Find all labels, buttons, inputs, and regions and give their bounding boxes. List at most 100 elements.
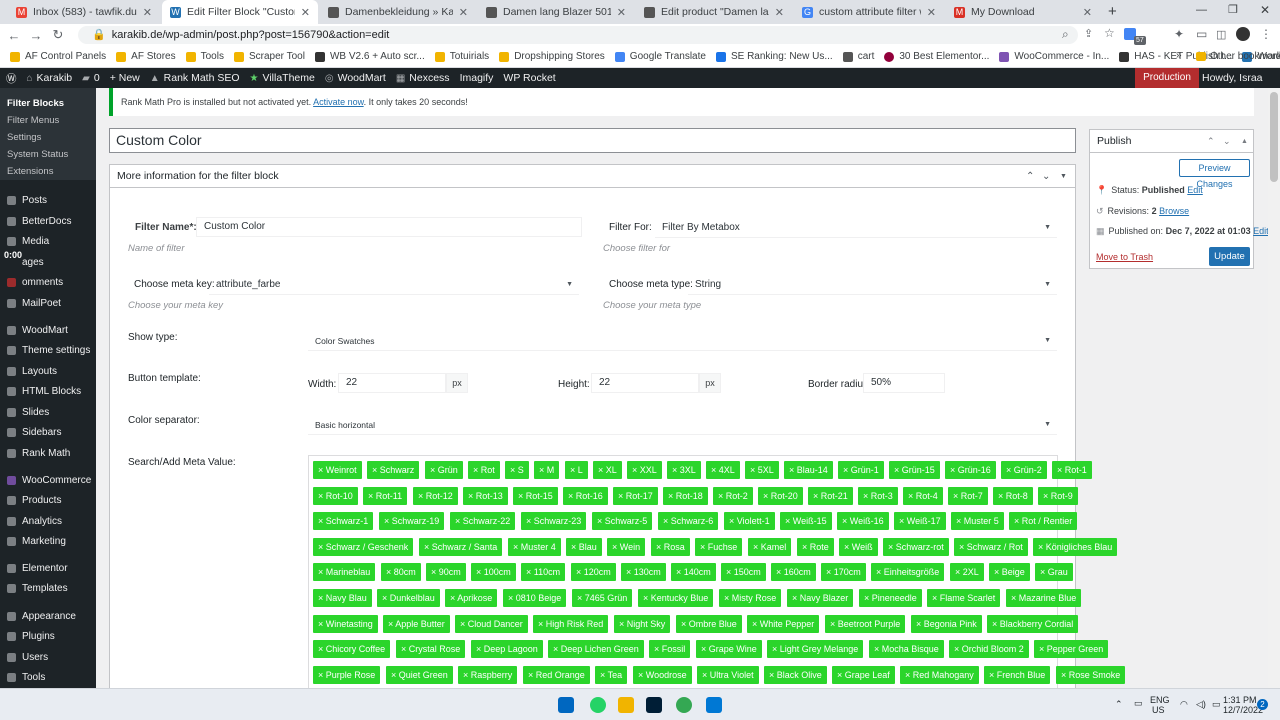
nexcess-link[interactable]: ▦ Nexcess <box>396 72 450 84</box>
sidebar-item-system-status[interactable]: System Status <box>0 149 96 160</box>
meta-value-tag[interactable]: × Weinrot <box>313 461 362 479</box>
bookmark-item[interactable]: AF Stores <box>116 51 176 62</box>
share-icon[interactable]: ⇪ <box>1084 27 1093 40</box>
meta-value-tag[interactable]: × Beetroot Purple <box>825 614 906 633</box>
sidebar-item-html-blocks[interactable]: HTML Blocks <box>0 386 96 397</box>
meta-value-tag[interactable]: × Rot <box>468 461 500 479</box>
meta-value-tag[interactable]: × Tea <box>595 665 628 684</box>
meta-value-tag[interactable]: × 130cm <box>621 563 666 582</box>
meta-value-tag[interactable]: × Rot-3 <box>858 486 898 505</box>
meta-value-tag[interactable]: × Weiß-15 <box>780 512 832 531</box>
wordpress-logo-icon[interactable]: Ⓦ <box>6 71 17 86</box>
star-icon[interactable]: ☆ <box>1104 26 1115 40</box>
close-icon[interactable]: ✕ <box>459 6 468 19</box>
meta-value-tag[interactable]: × Blau <box>566 537 602 556</box>
sidebar-item-slides[interactable]: Slides <box>0 407 96 418</box>
border-radius-input[interactable]: 50% <box>863 373 945 393</box>
tray-app-icon[interactable]: ▭ <box>1134 698 1143 709</box>
chrome-icon[interactable] <box>676 697 692 713</box>
page-scrollbar[interactable] <box>1268 88 1280 688</box>
meta-value-tag[interactable]: × Mazarine Blue <box>1006 589 1082 607</box>
meta-value-tag[interactable]: × XXL <box>627 461 662 479</box>
meta-value-tag[interactable]: × Rot-4 <box>903 486 943 505</box>
sidebar-item-elementor[interactable]: Elementor <box>0 563 96 574</box>
meta-value-tag[interactable]: × 110cm <box>521 563 566 582</box>
tab-my-download[interactable]: M My Download ✕ <box>946 0 1100 24</box>
meta-value-tag[interactable]: × Schwarz-19 <box>379 512 445 531</box>
meta-value-tag[interactable]: × Deep Lichen Green <box>548 640 644 659</box>
meta-value-tag[interactable]: × Begonia Pink <box>911 614 982 633</box>
meta-value-tag[interactable]: × Pepper Green <box>1034 640 1109 659</box>
bookmark-item[interactable]: AF Control Panels <box>10 51 106 62</box>
bookmark-item[interactable]: Scraper Tool <box>233 51 305 62</box>
meta-value-tag[interactable]: × Grün <box>425 461 463 479</box>
sidebar-item-products[interactable]: Products <box>0 495 96 506</box>
profile-avatar[interactable] <box>1236 27 1250 41</box>
sidebar-item-sidebars[interactable]: Sidebars <box>0 427 96 438</box>
meta-value-tag[interactable]: × Rot-12 <box>413 486 458 505</box>
meta-value-tag[interactable]: × Rot-11 <box>363 486 408 505</box>
tab-damenbekleidung[interactable]: Damenbekleidung » Karakib✕ <box>320 0 476 24</box>
filter-for-select[interactable]: Filter By Metabox ▼ <box>655 218 1057 238</box>
meta-value-tag[interactable]: × M <box>534 461 560 479</box>
meta-value-tag[interactable]: × Woodrose <box>633 665 692 684</box>
tab-damen-lang-blazer[interactable]: Damen lang Blazer 501 » Karaki✕ <box>478 0 634 24</box>
meta-value-tag[interactable]: × Ultra Violet <box>697 665 759 684</box>
sidebar-item-appearance[interactable]: Appearance <box>0 611 96 622</box>
sidebar-item-woocommerce[interactable]: WooCommerce <box>0 475 96 486</box>
filter-name-input[interactable]: Custom Color <box>196 217 582 237</box>
window-close-icon[interactable]: ✕ <box>1260 3 1270 17</box>
wp-rocket-link[interactable]: WP Rocket <box>503 72 555 84</box>
meta-value-tag[interactable]: × Navy Blau <box>313 589 372 607</box>
start-icon[interactable] <box>558 697 574 713</box>
close-icon[interactable]: ✕ <box>617 6 626 19</box>
meta-value-tag[interactable]: × Deep Lagoon <box>471 640 543 659</box>
sidebar-item-mailpoet[interactable]: MailPoet <box>0 298 96 309</box>
meta-value-tag[interactable]: × 80cm <box>381 563 421 582</box>
whatsapp-icon[interactable] <box>590 697 606 713</box>
meta-value-tag[interactable]: × 160cm <box>771 563 816 582</box>
meta-value-tag[interactable]: × S <box>505 461 529 479</box>
meta-value-tag[interactable]: × Dunkelblau <box>377 589 440 607</box>
meta-value-tag[interactable]: × Rot-17 <box>613 486 658 505</box>
meta-value-tag[interactable]: × Rot-2 <box>713 486 753 505</box>
meta-value-tag[interactable]: × Rot-9 <box>1038 486 1078 505</box>
meta-value-tag[interactable]: × 4XL <box>706 461 740 479</box>
bookmark-item[interactable]: WB V2.6 + Auto scr... <box>314 51 425 62</box>
restore-icon[interactable]: ❐ <box>1228 3 1238 16</box>
meta-value-tag[interactable]: × Rot-8 <box>993 486 1033 505</box>
meta-value-tag[interactable]: × Grün-16 <box>945 461 996 479</box>
width-input[interactable]: 22 <box>338 373 446 393</box>
bookmark-item[interactable]: WooCommerce - In... <box>999 51 1109 62</box>
meta-value-tag[interactable]: × Fuchse <box>695 537 743 556</box>
meta-value-tag[interactable]: × Blackberry Cordial <box>987 614 1079 633</box>
metabox-title[interactable]: More information for the filter block <box>110 165 1075 188</box>
new-tab-icon[interactable]: + <box>1108 3 1117 20</box>
sidebar-item-marketing[interactable]: Marketing <box>0 536 96 547</box>
meta-value-tag[interactable]: × Mocha Bisque <box>869 640 944 659</box>
meta-value-tag[interactable]: × White Pepper <box>747 614 820 633</box>
meta-value-tag[interactable]: × Schwarz / Rot <box>954 537 1028 556</box>
edit-status-link[interactable]: Edit <box>1187 185 1203 195</box>
bookmark-item[interactable]: 30 Best Elementor... <box>884 51 989 62</box>
meta-value-tag[interactable]: × Fossil <box>649 640 691 659</box>
meta-value-tag[interactable]: × Grau <box>1035 563 1073 582</box>
minimize-icon[interactable]: — <box>1196 4 1207 16</box>
howdy-user[interactable]: Howdy, Israa <box>1202 68 1263 88</box>
meta-value-tag[interactable]: × 140cm <box>671 563 716 582</box>
meta-value-tag[interactable]: × Rot-15 <box>513 486 558 505</box>
sidebar-item-filter-menus[interactable]: Filter Menus <box>0 115 96 126</box>
bookmark-item[interactable]: Dropshipping Stores <box>499 51 605 62</box>
close-icon[interactable]: ✕ <box>927 6 936 19</box>
meta-value-tag[interactable]: × 120cm <box>571 563 616 582</box>
meta-value-tag[interactable]: × Rot-20 <box>758 486 803 505</box>
production-badge[interactable]: Production <box>1135 68 1199 88</box>
new-content-link[interactable]: + New <box>110 72 140 84</box>
move-up-icon[interactable]: ⌃ <box>1026 165 1034 188</box>
sidepanel-icon[interactable]: ◫ <box>1216 28 1226 41</box>
sidebar-item-plugins[interactable]: Plugins <box>0 631 96 642</box>
meta-value-tag[interactable]: × 5XL <box>745 461 779 479</box>
meta-value-tag[interactable]: × Winetasting <box>313 614 378 633</box>
sidebar-item-extensions[interactable]: Extensions <box>0 166 96 177</box>
scrollbar-thumb[interactable] <box>1270 92 1278 182</box>
